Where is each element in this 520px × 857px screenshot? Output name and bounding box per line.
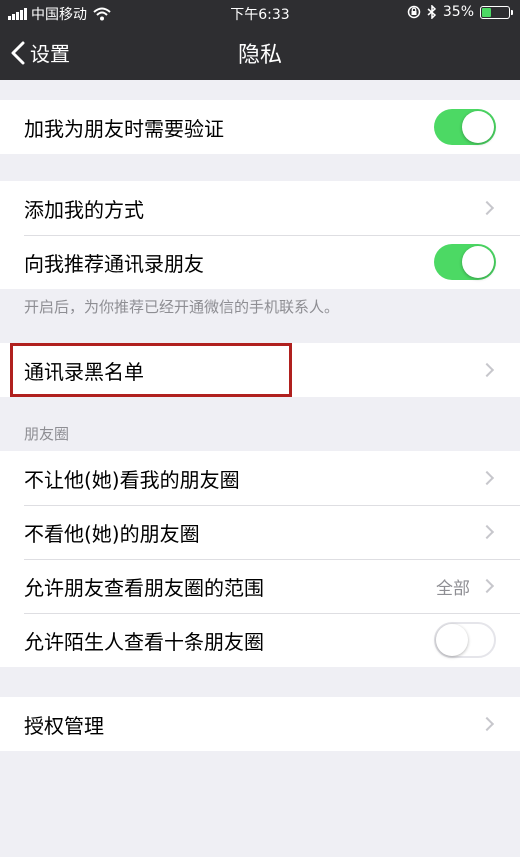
group-moments: 不让他(她)看我的朋友圈 不看他(她)的朋友圈 允许朋友查看朋友圈的范围 全部 … — [0, 451, 520, 667]
cell-not-see[interactable]: 不看他(她)的朋友圈 — [0, 505, 520, 559]
battery-icon — [480, 5, 513, 19]
range-value: 全部 — [436, 578, 470, 599]
chevron-right-icon — [479, 362, 495, 378]
toggle-knob — [462, 246, 494, 278]
cell-recommend-label: 向我推荐通讯录朋友 — [24, 251, 204, 276]
chevron-right-icon — [479, 200, 495, 216]
page-title: 隐私 — [237, 43, 282, 68]
cell-not-let-see-label: 不让他(她)看我的朋友圈 — [24, 467, 240, 492]
verify-toggle[interactable] — [434, 109, 496, 145]
cell-stranger: 允许陌生人查看十条朋友圈 — [0, 613, 520, 667]
group-auth: 授权管理 — [0, 697, 520, 751]
status-bar: 中国移动 下午6:33 35% — [0, 0, 520, 26]
cell-add-method[interactable]: 添加我的方式 — [0, 181, 520, 235]
cell-not-see-label: 不看他(她)的朋友圈 — [24, 521, 200, 546]
highlight-box — [10, 343, 292, 397]
cell-stranger-label: 允许陌生人查看十条朋友圈 — [24, 629, 264, 654]
recommend-note: 开启后，为你推荐已经开通微信的手机联系人。 — [24, 298, 340, 316]
stranger-toggle[interactable] — [434, 622, 496, 658]
chevron-right-icon — [479, 470, 495, 486]
cell-auth-label: 授权管理 — [24, 713, 104, 738]
cell-verify-label: 加我为朋友时需要验证 — [24, 116, 224, 141]
cell-add-method-label: 添加我的方式 — [24, 197, 144, 222]
bluetooth-icon — [427, 5, 436, 19]
toggle-knob — [436, 624, 468, 656]
cell-verify: 加我为朋友时需要验证 — [0, 100, 520, 154]
group-add: 添加我的方式 向我推荐通讯录朋友 — [0, 181, 520, 289]
cell-recommend: 向我推荐通讯录朋友 — [0, 235, 520, 289]
battery-percent: 35% — [442, 4, 474, 20]
toggle-knob — [462, 111, 494, 143]
top-bar: 中国移动 下午6:33 35% 设置 隐私 — [0, 0, 520, 80]
rotation-lock-icon — [407, 5, 421, 19]
chevron-right-icon — [479, 578, 495, 594]
status-right: 35% — [407, 4, 513, 20]
moments-header: 朋友圈 — [24, 425, 70, 443]
cell-range-label: 允许朋友查看朋友圈的范围 — [24, 575, 264, 600]
battery-fill — [482, 7, 492, 17]
cell-auth[interactable]: 授权管理 — [0, 697, 520, 751]
chevron-right-icon — [479, 524, 495, 540]
cell-range[interactable]: 允许朋友查看朋友圈的范围 全部 — [0, 559, 520, 613]
cell-not-let-see[interactable]: 不让他(她)看我的朋友圈 — [0, 451, 520, 505]
group-verify: 加我为朋友时需要验证 — [0, 100, 520, 154]
recommend-toggle[interactable] — [434, 244, 496, 280]
chevron-right-icon — [479, 716, 495, 732]
